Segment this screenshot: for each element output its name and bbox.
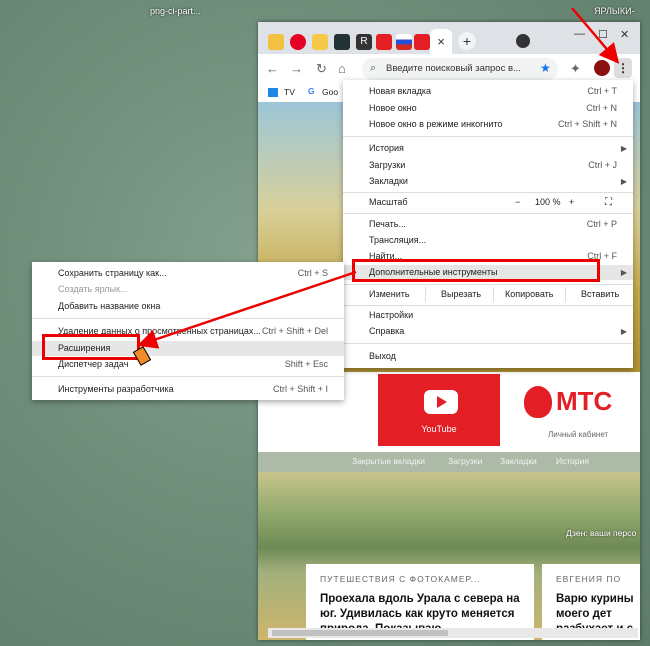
annotation-arrows xyxy=(137,7,620,349)
arrow-to-extensions xyxy=(137,270,357,349)
arrow-to-menu-button xyxy=(571,7,620,64)
